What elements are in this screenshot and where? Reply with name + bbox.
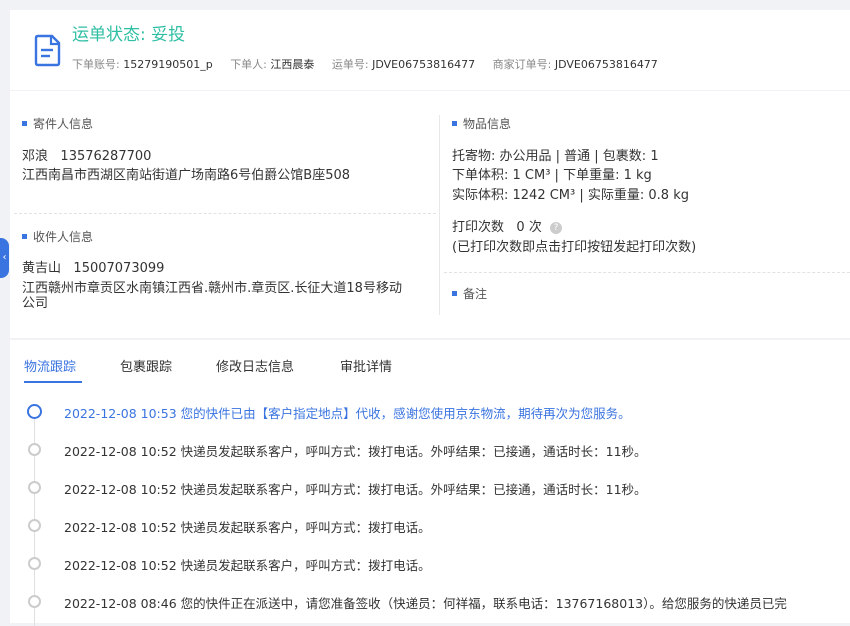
waybill-meta: 下单账号: 15279190501_p 下单人: 江西晨泰 运单号: JDVE0… [72, 56, 672, 72]
receiver-contact: 黄吉山 15007073099 [22, 257, 164, 276]
sender-address: 江西南昌市西湖区南站街道广场南路6号伯爵公馆B座508 [22, 168, 351, 183]
timeline-item: 2022-12-08 10:52 快递员发起联系客户，呼叫方式：拨打电话。 [10, 515, 850, 535]
goods-item-info: 托寄物: 办公用品 | 普通 | 包裹数: 1 [452, 149, 659, 164]
status-label: 运单状态: [72, 25, 152, 45]
active-tab-indicator [24, 381, 82, 383]
orderer-label: 下单人: [230, 58, 267, 71]
shipment-info-panel: 寄件人信息 邓浪 13576287700 江西南昌市西湖区南站街道广场南路6号伯… [10, 91, 850, 338]
receiver-address-line1: 江西赣州市章贡区水南镇江西省.赣州市.章贡区.长征大道18号移动 [22, 281, 402, 296]
timeline-item: 2022-12-08 10:52 快递员发起联系客户，呼叫方式：拨打电话。外呼结… [10, 439, 850, 459]
column-divider [439, 115, 440, 315]
timeline-text: 2022-12-08 10:52 快递员发起联系客户，呼叫方式：拨打电话。 [64, 558, 431, 573]
merchant-order-label: 商家订单号: [492, 58, 552, 71]
receiver-section-title: 收件人信息 [22, 228, 93, 245]
waybill-value: JDVE06753816477 [372, 58, 476, 71]
document-icon [34, 34, 61, 67]
section-marker-icon [22, 121, 27, 126]
print-hint: (已打印次数即点击打印按钮发起打印次数) [452, 240, 697, 255]
section-divider [14, 213, 436, 214]
sender-phone: 13576287700 [60, 149, 152, 164]
print-count: 打印次数 0 次 ? [452, 216, 562, 235]
receiver-address-line2: 公司 [22, 296, 49, 311]
timeline-text: 2022-12-08 10:52 快递员发起联系客户，呼叫方式：拨打电话。外呼结… [64, 444, 647, 459]
print-count-value: 0 次 [516, 220, 542, 235]
section-marker-icon [452, 291, 457, 296]
tab-change-log[interactable]: 修改日志信息 [216, 356, 294, 375]
timeline-current-dot-icon [27, 404, 42, 419]
sender-name: 邓浪 [22, 149, 49, 164]
timeline-dot-icon [28, 481, 41, 494]
side-collapse-tab[interactable]: ‹ [0, 238, 9, 278]
goods-order-volume: 下单体积: 1 CM³ | 下单重量: 1 kg [452, 168, 652, 183]
waybill-label: 运单号: [331, 58, 369, 71]
section-marker-icon [22, 234, 27, 239]
timeline-dot-icon [28, 519, 41, 532]
goods-section-title: 物品信息 [452, 115, 511, 132]
page-title: 运单状态: 妥投 [72, 20, 185, 45]
tab-approval-details[interactable]: 审批详情 [340, 356, 392, 375]
receiver-name: 黄吉山 [22, 261, 62, 276]
tab-package-tracking[interactable]: 包裹跟踪 [120, 356, 172, 375]
timeline-text: 2022-12-08 10:52 快递员发起联系客户，呼叫方式：拨打电话。 [64, 520, 431, 535]
sender-contact: 邓浪 13576287700 [22, 145, 151, 164]
tracking-panel: 物流跟踪 包裹跟踪 修改日志信息 审批详情 2022-12-08 10:53 您… [10, 340, 850, 626]
help-icon[interactable]: ? [549, 221, 562, 234]
goods-actual-volume: 实际体积: 1242 CM³ | 实际重量: 0.8 kg [452, 188, 689, 203]
timeline-text: 2022-12-08 10:52 快递员发起联系客户，呼叫方式：拨打电话。外呼结… [64, 482, 647, 497]
tab-logistics-tracking[interactable]: 物流跟踪 [24, 356, 76, 375]
merchant-order-value: JDVE06753816477 [554, 58, 658, 71]
timeline-text: 2022-12-08 10:53 您的快件已由【客户指定地点】代收，感谢您使用京… [64, 406, 631, 421]
receiver-phone: 15007073099 [73, 261, 165, 276]
timeline-item: 2022-12-08 08:46 您的快件正在派送中，请您准备签收（快递员：何祥… [10, 591, 850, 611]
timeline-item: 2022-12-08 10:52 快递员发起联系客户，呼叫方式：拨打电话。外呼结… [10, 477, 850, 497]
section-marker-icon [452, 121, 457, 126]
timeline-dot-icon [28, 557, 41, 570]
account-label: 下单账号: [72, 58, 120, 71]
status-value: 妥投 [151, 25, 186, 45]
remark-section-title: 备注 [452, 285, 487, 302]
orderer-value: 江西晨泰 [270, 58, 315, 71]
tracking-tabs: 物流跟踪 包裹跟踪 修改日志信息 审批详情 [10, 340, 850, 384]
timeline-dot-icon [28, 595, 41, 608]
account-value: 15279190501_p [123, 58, 213, 71]
timeline-dot-icon [28, 443, 41, 456]
print-count-label: 打印次数 [452, 220, 505, 235]
sender-section-title: 寄件人信息 [22, 115, 93, 132]
timeline-item: 2022-12-08 10:53 您的快件已由【客户指定地点】代收，感谢您使用京… [10, 401, 850, 421]
timeline-item: 2022-12-08 10:52 快递员发起联系客户，呼叫方式：拨打电话。 [10, 553, 850, 573]
section-divider [444, 272, 850, 273]
waybill-header: 运单状态: 妥投 下单账号: 15279190501_p 下单人: 江西晨泰 运… [10, 10, 850, 90]
timeline-text: 2022-12-08 08:46 您的快件正在派送中，请您准备签收（快递员：何祥… [64, 596, 787, 611]
